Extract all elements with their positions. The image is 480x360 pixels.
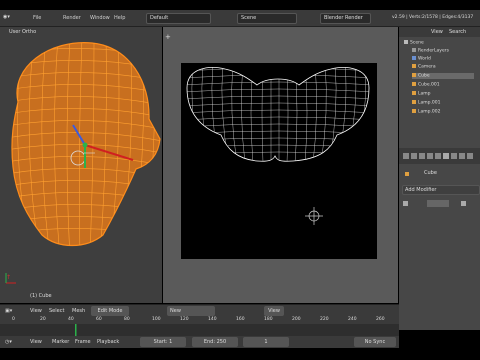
timeline-marker-menu[interactable]: Marker [52, 339, 69, 345]
timeline-tick-label: 140 [208, 317, 217, 322]
outliner-header: View Search [399, 27, 480, 37]
letterbox-bottom [0, 348, 480, 360]
timeline-editor-icon[interactable]: ◷▾ [5, 339, 12, 345]
timeline-tick-label: 220 [320, 317, 329, 322]
blender-logo-icon[interactable]: ◉▾ [3, 14, 10, 20]
outliner-view-menu[interactable]: View [431, 29, 443, 35]
timeline-ticks: 0 20 40 60 80 100 120 140 160 180 200 220 240 260 [0, 317, 399, 323]
timeline[interactable]: 0 20 40 60 80 100 120 140 160 180 200 220 240 260 [0, 316, 399, 336]
outliner-item-camera[interactable]: Camera [412, 64, 436, 70]
timeline-tick-label: 40 [68, 317, 74, 322]
renderlayers-icon [412, 48, 416, 52]
outliner-item-lamp[interactable]: Lamp [412, 91, 431, 97]
outliner-item-cube001[interactable]: Cube.001 [412, 82, 440, 88]
timeline-playback-menu[interactable]: Playback [97, 339, 119, 345]
timeline-tick-label: 80 [124, 317, 130, 322]
letterbox-top [0, 0, 480, 10]
mesh-icon [412, 73, 416, 77]
outliner-search-menu[interactable]: Search [449, 29, 466, 35]
blender-window: ◉▾ File Render Window Help Default Scene… [0, 0, 480, 360]
timeline-view-menu[interactable]: View [30, 339, 42, 345]
timeline-tick-label: 180 [264, 317, 273, 322]
render-engine-selector[interactable]: Blender Render [320, 13, 371, 24]
lamp-icon [412, 91, 416, 95]
outliner-item-lamp001[interactable]: Lamp.001 [412, 100, 441, 106]
layout-selector[interactable]: Default [146, 13, 211, 24]
outliner-item-lamp002[interactable]: Lamp.002 [412, 109, 441, 115]
viewport-view-menu[interactable]: View [30, 308, 42, 314]
timeline-header: ◷▾ View Marker Frame Playback Start: 1 E… [0, 336, 399, 348]
head-mesh[interactable]: ↑ [0, 27, 162, 303]
modifier-toolbar[interactable] [403, 200, 475, 208]
split-corner-icon[interactable]: + [165, 33, 171, 41]
viewport-mesh-menu[interactable]: Mesh [72, 308, 85, 314]
mode-selector[interactable]: Edit Mode [91, 306, 129, 316]
timeline-frame-menu[interactable]: Frame [75, 339, 91, 345]
timeline-tick-label: 0 [12, 317, 15, 322]
timeline-tick-label: 60 [96, 317, 102, 322]
timeline-tick-label: 200 [292, 317, 301, 322]
uv-image-canvas[interactable] [181, 63, 377, 259]
uv-island-wireframe[interactable] [181, 63, 377, 259]
properties-tabs[interactable] [399, 148, 480, 164]
timeline-tick-label: 20 [40, 317, 46, 322]
uv-image-selector[interactable]: New [167, 306, 215, 316]
scene-selector[interactable]: Scene [237, 13, 297, 24]
world-icon [412, 56, 416, 60]
timeline-tick-label: 120 [180, 317, 189, 322]
uv-view-selector[interactable]: View [264, 306, 284, 316]
menu-help[interactable]: Help [114, 15, 125, 21]
lamp-icon [412, 109, 416, 113]
timeline-tick-label: 160 [236, 317, 245, 322]
outliner-item-scene[interactable]: Scene [404, 40, 424, 46]
timeline-tick-label: 240 [348, 317, 357, 322]
viewport-3d[interactable]: User Ortho (1) Cube ↑ [0, 27, 162, 303]
outliner-item-renderlayers[interactable]: RenderLayers [412, 48, 449, 54]
info-header: ◉▾ File Render Window Help Default Scene… [0, 10, 480, 27]
camera-icon [412, 64, 416, 68]
timeline-tick-label: 260 [376, 317, 385, 322]
menu-file[interactable]: File [33, 15, 41, 21]
editor-type-icon[interactable]: ▣▾ [5, 308, 12, 314]
outliner-item-cube[interactable]: Cube [412, 73, 474, 79]
menu-render[interactable]: Render [63, 15, 81, 21]
wrench-icon [405, 172, 409, 176]
sync-selector[interactable]: No Sync [354, 337, 396, 347]
menu-window[interactable]: Window [90, 15, 110, 21]
properties-object-name: Cube [424, 170, 437, 176]
mesh-icon [412, 82, 416, 86]
lamp-icon [412, 100, 416, 104]
properties-tab-icons[interactable] [399, 148, 480, 164]
stats-text: v2.59 | Verts:2/1578 | Edges:4/3137 [392, 15, 474, 20]
add-modifier-dropdown[interactable]: Add Modifier [402, 185, 480, 195]
scene-icon [404, 40, 408, 44]
viewport-select-menu[interactable]: Select [49, 308, 64, 314]
end-frame-field[interactable]: End: 250 [192, 337, 238, 347]
outliner-item-world[interactable]: World [412, 56, 431, 62]
current-frame-field[interactable]: 1 [243, 337, 289, 347]
start-frame-field[interactable]: Start: 1 [140, 337, 186, 347]
timeline-tick-label: 100 [152, 317, 161, 322]
svg-text:↑: ↑ [6, 274, 11, 281]
